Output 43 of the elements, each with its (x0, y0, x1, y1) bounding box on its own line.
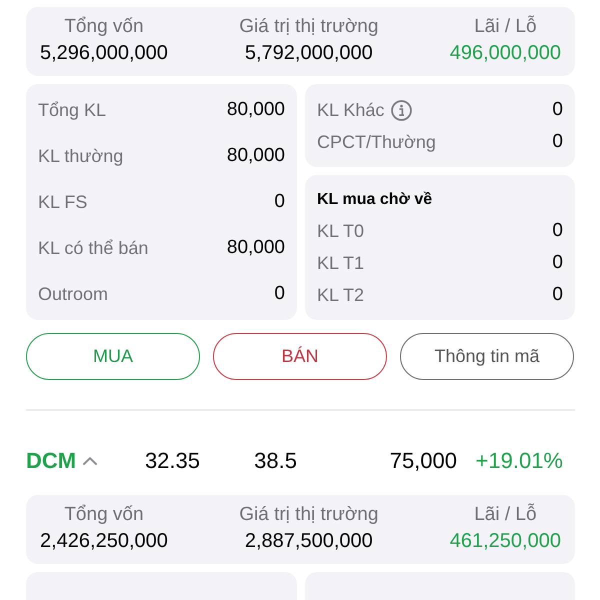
quantity-label: KL T2 (317, 284, 364, 307)
sell-button[interactable]: BÁN (213, 333, 387, 380)
stock-row-value: 38.5 (253, 447, 297, 475)
quantity-label: KL T0 (317, 220, 364, 243)
buy-button[interactable]: MUA (26, 333, 200, 380)
quantity-label: KL thường (38, 145, 124, 168)
summary-value: 2,426,250,000 (40, 529, 168, 554)
quantity-value: 80,000 (226, 144, 285, 168)
quantity-value: 0 (552, 98, 563, 122)
summary-label: Giá trị thị trường (239, 503, 378, 527)
stock-row-value: 32.35 (144, 447, 200, 475)
stock-row-value: +19.01% (474, 447, 563, 475)
summary-value: 5,792,000,000 (244, 41, 373, 66)
info-icon[interactable] (391, 100, 412, 120)
summary-value: 496,000,000 (450, 41, 561, 66)
summary-value: 5,296,000,000 (40, 41, 168, 66)
summary-label: Tổng vốn (64, 503, 144, 527)
quantity-label: Outroom (38, 283, 108, 306)
quantity-label: KL FS (38, 191, 88, 214)
quantity-value: 0 (274, 282, 285, 306)
quantity-value: 0 (552, 130, 563, 154)
quantity-label: KL T1 (317, 252, 364, 275)
summary-label: Lãi / Lỗ (474, 15, 537, 39)
quantity-value: 0 (552, 219, 563, 243)
summary-value: 2,887,500,000 (244, 529, 373, 554)
stock-row-value: 75,000 (388, 447, 457, 475)
quantity-label: KL có thể bán (38, 237, 148, 260)
summary-label: Giá trị thị trường (239, 15, 378, 39)
quantity-label: KL Khác (317, 99, 384, 122)
summary-label: Lãi / Lỗ (474, 503, 537, 527)
summary-label: Tổng vốn (64, 15, 144, 39)
quantity-value: 0 (552, 251, 563, 275)
quantity-value: 0 (274, 190, 285, 214)
quantity-label: CPCT/Thường (317, 131, 436, 154)
stock-info-button[interactable]: Thông tin mã (400, 333, 574, 380)
chevron-up-icon[interactable] (83, 457, 98, 465)
quantity-value: 0 (552, 283, 563, 307)
quantity-label: Tổng KL (38, 99, 106, 122)
stock-symbol[interactable]: DCM (26, 447, 76, 475)
summary-value: 461,250,000 (450, 529, 561, 554)
quantity-value: 80,000 (226, 236, 285, 260)
quantity-value: 80,000 (226, 98, 285, 122)
pending-title: KL mua chờ về (317, 190, 432, 210)
